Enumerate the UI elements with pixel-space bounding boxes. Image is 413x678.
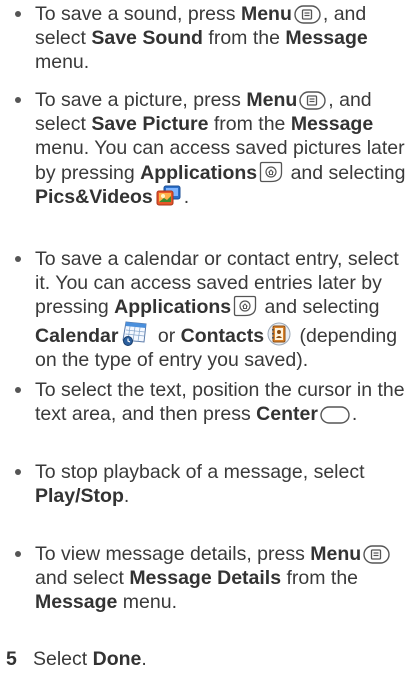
applications-key-icon — [233, 295, 257, 317]
bold-term: Message — [35, 591, 118, 614]
list-item: To save a sound, press Menu, and select … — [15, 2, 410, 75]
step-5: 5 Select Done. — [6, 647, 406, 671]
bold-term: Save Sound — [91, 27, 203, 50]
menu-key-icon — [294, 5, 321, 24]
bullet-dot — [15, 551, 21, 557]
step-text-before: Select — [33, 648, 93, 670]
list-item-text: To view message details, press Menu and … — [35, 543, 392, 613]
body-text: To save a picture, press — [35, 89, 247, 111]
body-text: and selecting — [259, 296, 380, 319]
bullet-dot — [15, 11, 21, 17]
calendar-app-icon — [120, 320, 150, 346]
body-text: To stop playback of a message, select — [35, 461, 365, 483]
manual-page: To save a sound, press Menu, and select … — [0, 0, 413, 678]
step-text-after: . — [141, 648, 147, 670]
menu-key-icon — [363, 545, 390, 564]
body-text: To view message details, press — [35, 543, 311, 565]
list-item: To select the text, position the cursor … — [15, 378, 410, 426]
center-key-icon — [320, 406, 350, 424]
applications-key-icon — [259, 161, 283, 183]
list-item: To save a picture, press Menu, and selec… — [15, 88, 410, 209]
step-number: 5 — [6, 648, 17, 670]
list-item-text: To stop playback of a message, select Pl… — [35, 461, 365, 507]
bold-term: Applications — [140, 161, 258, 184]
body-text: . — [123, 485, 130, 508]
body-text: . — [183, 185, 190, 208]
list-item: To view message details, press Menu and … — [15, 542, 410, 615]
list-item-text: To select the text, position the cursor … — [35, 379, 405, 425]
body-text: from the — [281, 567, 359, 590]
bullet-dot — [15, 387, 21, 393]
pics-videos-app-icon — [155, 185, 182, 207]
bullet-dot — [15, 97, 21, 103]
bullet-dot — [15, 256, 21, 262]
body-text: menu. — [35, 51, 90, 74]
list-item-text: To save a calendar or contact entry, sel… — [35, 248, 399, 371]
bold-term: Save Picture — [91, 113, 209, 136]
body-text: from the — [208, 113, 291, 136]
bold-term: Applications — [114, 296, 232, 319]
bold-term: Message Details — [129, 567, 282, 590]
list-item-text: To save a picture, press Menu, and selec… — [35, 89, 406, 208]
bold-term: Message — [285, 27, 368, 50]
bold-term: Menu — [310, 543, 362, 565]
body-text: from the — [202, 27, 286, 50]
bullet-dot — [15, 469, 21, 475]
bold-term: Pics&Videos — [35, 185, 153, 208]
body-text: menu. — [117, 591, 178, 614]
step-action: Done — [92, 648, 142, 670]
contacts-app-icon — [266, 322, 292, 346]
bold-term: Center — [256, 403, 318, 426]
bold-term: Play/Stop — [35, 485, 124, 508]
bold-term: Menu — [246, 89, 298, 111]
body-text: To save a sound, press — [35, 3, 241, 25]
body-text: or — [152, 324, 181, 347]
list-item: To save a calendar or contact entry, sel… — [15, 247, 410, 372]
body-text: and select — [35, 567, 130, 590]
list-item-text: To save a sound, press Menu, and select … — [35, 3, 368, 73]
bold-term: Calendar — [35, 324, 119, 347]
body-text: and selecting — [285, 161, 406, 184]
menu-key-icon — [299, 91, 326, 110]
list-item: To stop playback of a message, select Pl… — [15, 460, 410, 508]
bold-term: Contacts — [180, 324, 265, 347]
body-text: . — [351, 403, 358, 426]
bold-term: Message — [290, 113, 374, 136]
bold-term: Menu — [240, 3, 292, 25]
